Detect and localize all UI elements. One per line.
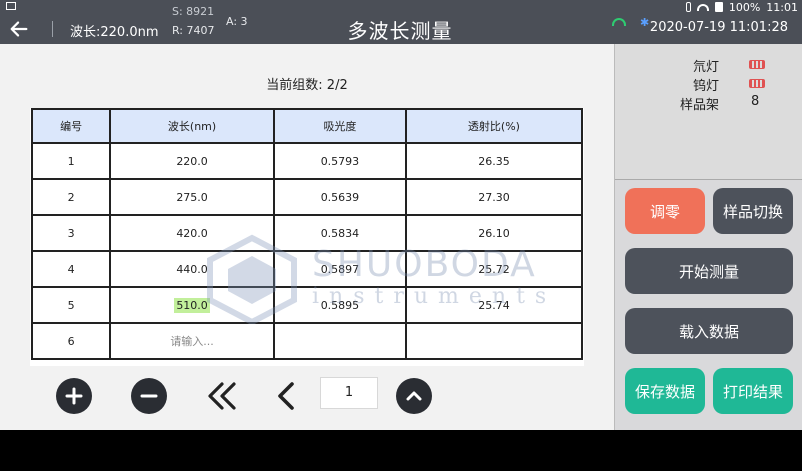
table-row[interactable]: 2 275.0 0.5639 27.30 <box>30 178 584 216</box>
chevron-left-icon <box>278 382 294 410</box>
cell-no: 3 <box>30 214 112 252</box>
tungsten-lamp-icon <box>749 79 765 88</box>
arrow-left-icon <box>10 21 28 37</box>
column-header-absorbance: 吸光度 <box>272 108 407 144</box>
double-chevron-left-icon <box>208 382 236 410</box>
cell-transmittance: 25.74 <box>404 286 584 324</box>
column-header-no: 编号 <box>30 108 112 144</box>
tungsten-lamp-status: 钨灯 <box>615 75 802 94</box>
wifi-icon <box>612 18 626 26</box>
battery-icon <box>714 2 723 12</box>
right-control-panel: 氘灯 钨灯 样品架 8 调零 样品切换 开始测量 载入数据 保存数据 打印结果 <box>614 44 802 430</box>
plus-icon <box>65 387 83 405</box>
cell-absorbance: 0.5834 <box>272 214 407 252</box>
results-table-container: 编号 波长(nm) 吸光度 透射比(%) 1 220.0 0.5793 26.3… <box>30 108 584 366</box>
table-row[interactable]: 4 440.0 0.5897 25.72 <box>30 250 584 288</box>
battery-percent: 100% <box>728 0 761 14</box>
column-header-transmittance: 透射比(%) <box>404 108 584 144</box>
gain-value: A: 3 <box>226 15 248 28</box>
cell-transmittance <box>404 322 584 360</box>
tungsten-lamp-label: 钨灯 <box>692 79 719 94</box>
add-row-button[interactable] <box>56 378 92 416</box>
clock: 11:01 <box>766 0 798 14</box>
wifi-status-icon <box>696 3 709 11</box>
first-page-button[interactable] <box>204 378 240 416</box>
cell-absorbance: 0.5895 <box>272 286 407 324</box>
cell-transmittance: 26.35 <box>404 142 584 180</box>
page-number-input[interactable]: 1 <box>320 377 378 409</box>
table-row[interactable]: 1 220.0 0.5793 26.35 <box>30 142 584 180</box>
page-title: 多波长测量 <box>347 19 453 43</box>
cell-wavelength[interactable]: 220.0 <box>109 142 275 180</box>
cell-no: 6 <box>30 322 112 360</box>
chevron-up-icon <box>406 391 422 401</box>
main-panel: 当前组数: 2/2 编号 波长(nm) 吸光度 透射比(%) 1 220.0 0… <box>0 44 614 430</box>
cell-absorbance: 0.5897 <box>272 250 407 288</box>
cell-no: 5 <box>30 286 112 324</box>
delete-row-button[interactable] <box>131 378 167 416</box>
bottom-bar <box>0 430 802 471</box>
table-row[interactable]: 5 510.0 0.5895 25.74 <box>30 286 584 324</box>
gallery-notification-icon <box>6 2 16 10</box>
sample-signal: S: 8921 <box>172 5 215 18</box>
cell-wavelength[interactable]: 420.0 <box>109 214 275 252</box>
save-data-button[interactable]: 保存数据 <box>625 368 705 414</box>
cell-no: 2 <box>30 178 112 216</box>
column-header-wavelength: 波长(nm) <box>109 108 275 144</box>
zero-button[interactable]: 调零 <box>625 188 705 234</box>
table-row[interactable]: 6 请输入... <box>30 322 584 360</box>
reference-signal: R: 7407 <box>172 24 215 37</box>
previous-page-button[interactable] <box>270 378 300 416</box>
scroll-up-button[interactable] <box>396 378 432 416</box>
cell-no: 4 <box>30 250 112 288</box>
cell-wavelength[interactable]: 440.0 <box>109 250 275 288</box>
cell-wavelength-selected[interactable]: 510.0 <box>109 286 275 324</box>
instrument-status-box: 氘灯 钨灯 样品架 8 <box>615 44 802 180</box>
sample-holder-value: 8 <box>751 94 760 109</box>
table-row[interactable]: 3 420.0 0.5834 26.10 <box>30 214 584 252</box>
print-result-button[interactable]: 打印结果 <box>713 368 793 414</box>
app-header: 波长:220.0nm S: 8921 R: 7407 A: 3 多波长测量 ✱ … <box>0 5 802 44</box>
load-data-button[interactable]: 载入数据 <box>625 308 793 354</box>
deuterium-lamp-label: 氘灯 <box>692 60 719 75</box>
cell-absorbance: 0.5793 <box>272 142 407 180</box>
current-wavelength: 波长:220.0nm <box>70 25 159 40</box>
cell-transmittance: 27.30 <box>404 178 584 216</box>
results-table: 编号 波长(nm) 吸光度 透射比(%) 1 220.0 0.5793 26.3… <box>30 108 584 360</box>
group-count: 当前组数: 2/2 <box>0 74 614 93</box>
wavelength-input-placeholder[interactable]: 请输入... <box>109 322 275 360</box>
cell-absorbance <box>272 322 407 360</box>
bluetooth-status-icon <box>685 2 691 12</box>
bluetooth-icon: ✱ <box>640 16 650 29</box>
cell-no: 1 <box>30 142 112 180</box>
cell-absorbance: 0.5639 <box>272 178 407 216</box>
cell-wavelength[interactable]: 275.0 <box>109 178 275 216</box>
cell-transmittance: 26.10 <box>404 214 584 252</box>
switch-sample-button[interactable]: 样品切换 <box>713 188 793 234</box>
header-divider <box>52 21 53 37</box>
table-header-row: 编号 波长(nm) 吸光度 透射比(%) <box>30 108 584 144</box>
group-count-label: 当前组数: 2/2 <box>266 78 348 93</box>
deuterium-lamp-status: 氘灯 <box>615 56 802 75</box>
sample-holder-label: 样品架 <box>679 98 719 113</box>
start-measure-button[interactable]: 开始测量 <box>625 248 793 294</box>
datetime: 2020-07-19 11:01:28 <box>649 20 788 35</box>
cell-transmittance: 25.72 <box>404 250 584 288</box>
back-button[interactable] <box>8 16 38 42</box>
system-status-bar: 100% 11:01 <box>0 0 802 14</box>
minus-icon <box>140 394 158 398</box>
selected-wavelength-value: 510.0 <box>174 297 210 313</box>
sample-holder-status: 样品架 8 <box>615 94 802 113</box>
deuterium-lamp-icon <box>749 60 765 69</box>
